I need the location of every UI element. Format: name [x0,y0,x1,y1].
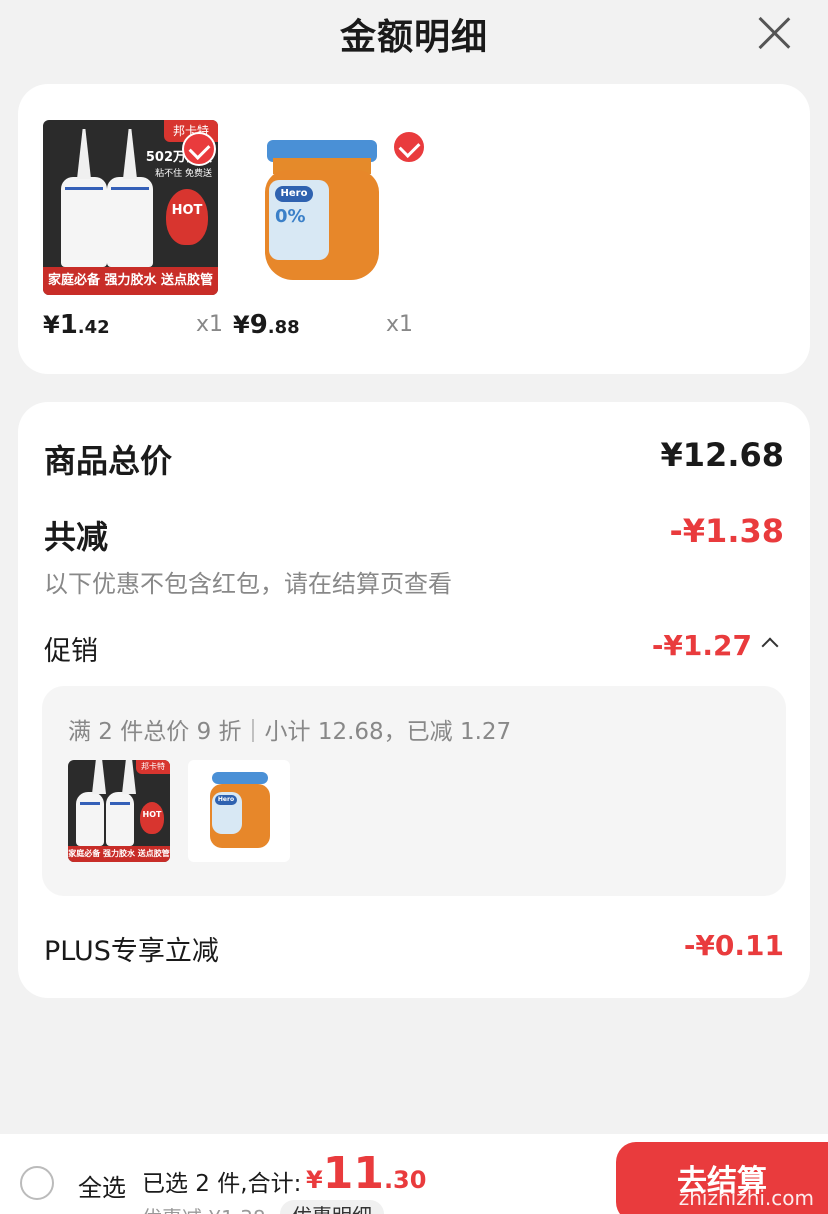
product-item[interactable]: Hero 0% ¥9.88 x1 [233,120,426,340]
plus-discount-label: PLUS专享立减 [44,936,219,967]
watermark: zhizhizhi.com [678,1186,814,1210]
promotion-value: -¥1.27 [651,629,752,662]
select-all-radio[interactable] [20,1166,54,1200]
total-reduce-label: 共减 [44,518,109,556]
jam-jar-image: Hero 0% [233,120,408,295]
close-icon[interactable] [756,14,792,50]
product-price-row: ¥9.88 x1 [233,310,413,340]
select-all-label[interactable]: 全选 [78,1168,126,1203]
amount-detail-sheet: 金额明细 邦卡特 502万能胶 粘不住 免费送 HOT 家庭必备 强力胶水 送点… [0,0,828,1214]
page-title: 金额明细 [339,17,488,58]
product-sub-overlay: 粘不住 免费送 [155,169,212,179]
selected-check-icon[interactable] [182,132,216,166]
total-price: ¥11.30 [306,1148,427,1199]
checkout-bar: 全选 已选 2 件,合计: ¥11.30 优惠减 ¥1.38 优惠明细 去结算 … [0,1134,828,1214]
product-quantity: x1 [385,312,413,337]
product-item[interactable]: 邦卡特 502万能胶 粘不住 免费送 HOT 家庭必备 强力胶水 送点胶管 ¥1… [43,120,223,340]
product-banner: 家庭必备 强力胶水 送点胶管 [43,267,218,295]
zero-sugar-mark: 0% [275,206,306,227]
glue-product-thumbnail: 邦卡特 HOT 家庭必备 强力胶水 送点胶管 [68,760,170,862]
price-summary-card: 商品总价 ¥12.68 共减 -¥1.38 以下优惠不包含红包，请在结算页查看 … [18,402,810,998]
product-quantity: x1 [195,312,223,337]
sheet-header: 金额明细 [0,0,828,72]
chevron-up-icon[interactable] [761,637,779,655]
products-card: 邦卡特 502万能胶 粘不住 免费送 HOT 家庭必备 强力胶水 送点胶管 ¥1… [18,84,810,374]
jam-jar-thumbnail: Hero [188,760,290,862]
discount-note: 以下优惠不包含红包，请在结算页查看 [44,570,452,598]
promotion-label: 促销 [44,636,98,667]
discount-detail-button[interactable]: 优惠明细 [280,1200,384,1214]
hot-badge: HOT [166,189,208,245]
selected-check-icon[interactable] [392,130,426,164]
product-price-row: ¥1.42 x1 [43,310,223,340]
discount-summary: 优惠减 ¥1.38 [142,1202,266,1214]
product-price: ¥9.88 [233,310,300,340]
goods-total-value: ¥12.68 [660,436,784,474]
plus-discount-value: -¥0.11 [683,929,784,962]
goods-total-label: 商品总价 [44,442,173,480]
promotion-detail-text: 满 2 件总价 9 折｜小计 12.68，已减 1.27 [68,719,512,745]
total-reduce-value: -¥1.38 [669,512,785,550]
selected-info: 已选 2 件,合计: [142,1171,302,1197]
promotion-detail-box: 满 2 件总价 9 折｜小计 12.68，已减 1.27 邦卡特 HOT 家庭必… [42,686,786,896]
product-price: ¥1.42 [43,310,110,340]
brand-logo: Hero [275,186,313,202]
